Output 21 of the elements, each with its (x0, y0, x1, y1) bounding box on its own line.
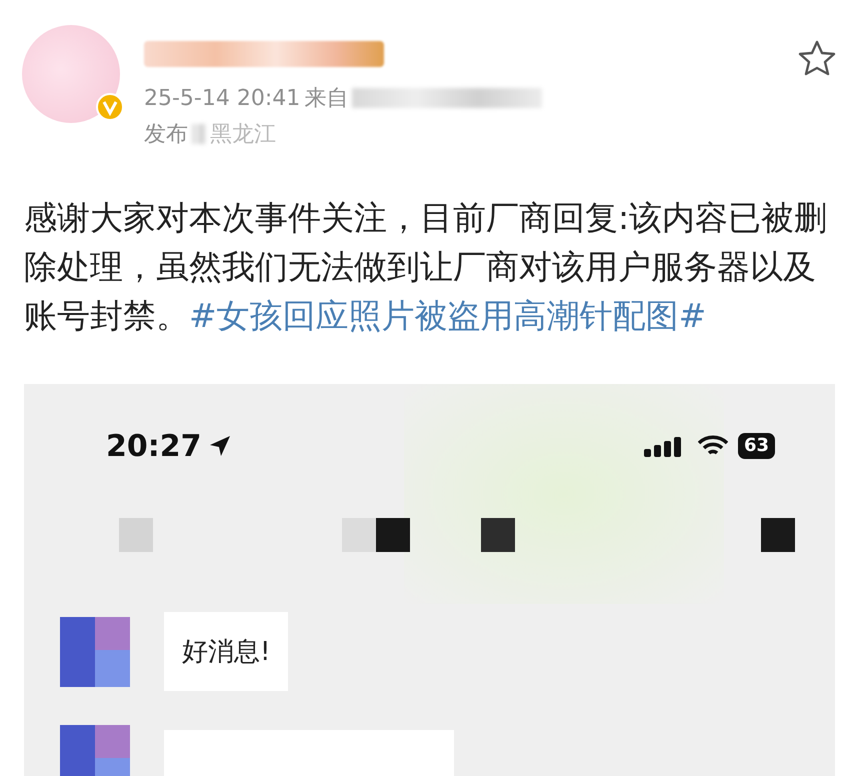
pixel-block (481, 518, 515, 552)
message-bubble: 好消息! (164, 612, 288, 691)
source-label: 来自 (304, 85, 348, 113)
hashtag-link[interactable]: #女孩回应照片被盗用高潮针配图# (189, 296, 706, 335)
pixel-block (342, 518, 376, 552)
location-arrow-icon (208, 434, 232, 458)
post-timestamp: 25-5-14 20:41 (144, 86, 300, 110)
status-time: 20:27 (106, 428, 202, 464)
avatar-icon (60, 725, 130, 776)
pixel-block (376, 518, 410, 552)
pixel-block (761, 518, 795, 552)
post-text: 感谢大家对本次事件关注，目前厂商回复:该内容已被删除处理，虽然我们无法做到让厂商对该用户服务器以及账号封禁。#女孩回应照片被盗用高潮针配图# (24, 197, 828, 337)
pixel-block (119, 518, 153, 552)
verified-icon (96, 93, 124, 121)
avatar-icon (60, 616, 130, 686)
star-icon[interactable] (798, 40, 836, 76)
location-prefix: 发布 (144, 121, 188, 149)
battery-indicator: 63 (738, 433, 775, 459)
blurred-text (192, 124, 206, 144)
blurred-username[interactable] (144, 41, 384, 67)
location-text: 黑龙江 (210, 121, 276, 149)
